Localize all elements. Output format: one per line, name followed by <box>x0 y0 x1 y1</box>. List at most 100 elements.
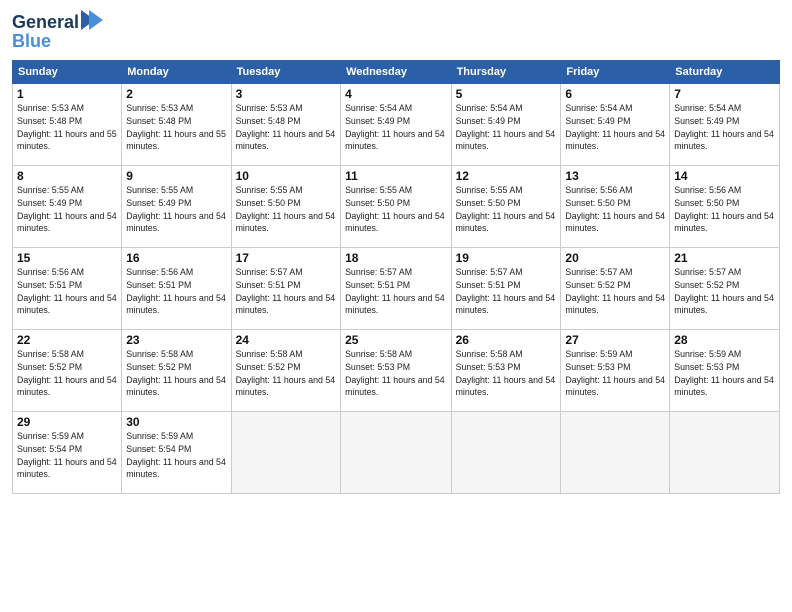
day-info: Sunrise: 5:56 AMSunset: 5:51 PMDaylight:… <box>126 266 226 317</box>
day-number: 3 <box>236 87 336 101</box>
day-info: Sunrise: 5:54 AMSunset: 5:49 PMDaylight:… <box>345 102 447 153</box>
calendar-cell: 8Sunrise: 5:55 AMSunset: 5:49 PMDaylight… <box>13 166 122 248</box>
day-number: 15 <box>17 251 117 265</box>
calendar-cell: 24Sunrise: 5:58 AMSunset: 5:52 PMDayligh… <box>231 330 340 412</box>
day-number: 4 <box>345 87 447 101</box>
day-info: Sunrise: 5:53 AMSunset: 5:48 PMDaylight:… <box>17 102 117 153</box>
day-info: Sunrise: 5:57 AMSunset: 5:52 PMDaylight:… <box>565 266 665 317</box>
header: General Blue <box>12 10 780 52</box>
main-container: General Blue SundayMondayTuesdayWednesda… <box>0 0 792 500</box>
calendar-cell: 25Sunrise: 5:58 AMSunset: 5:53 PMDayligh… <box>341 330 452 412</box>
day-number: 13 <box>565 169 665 183</box>
day-info: Sunrise: 5:53 AMSunset: 5:48 PMDaylight:… <box>126 102 226 153</box>
day-number: 10 <box>236 169 336 183</box>
day-number: 22 <box>17 333 117 347</box>
calendar-cell: 17Sunrise: 5:57 AMSunset: 5:51 PMDayligh… <box>231 248 340 330</box>
calendar-cell: 13Sunrise: 5:56 AMSunset: 5:50 PMDayligh… <box>561 166 670 248</box>
day-info: Sunrise: 5:58 AMSunset: 5:52 PMDaylight:… <box>236 348 336 399</box>
week-row-3: 15 Sunrise: 5:56 AMSunset: 5:51 PMDayligh… <box>13 248 780 330</box>
day-info: Sunrise: 5:53 AMSunset: 5:48 PMDaylight:… <box>236 102 336 153</box>
day-info: Sunrise: 5:58 AMSunset: 5:53 PMDaylight:… <box>345 348 447 399</box>
week-row-1: 1Sunrise: 5:53 AMSunset: 5:48 PMDaylight… <box>13 84 780 166</box>
day-info: Sunrise: 5:55 AMSunset: 5:50 PMDaylight:… <box>236 184 336 235</box>
calendar-table: SundayMondayTuesdayWednesdayThursdayFrid… <box>12 60 780 494</box>
day-info: Sunrise: 5:56 AMSunset: 5:50 PMDaylight:… <box>674 184 775 235</box>
logo-blue: Blue <box>12 31 51 52</box>
calendar-cell: 22Sunrise: 5:58 AMSunset: 5:52 PMDayligh… <box>13 330 122 412</box>
calendar-cell: 26Sunrise: 5:58 AMSunset: 5:53 PMDayligh… <box>451 330 561 412</box>
col-header-saturday: Saturday <box>670 61 780 84</box>
calendar-cell <box>561 412 670 494</box>
calendar-cell: 6Sunrise: 5:54 AMSunset: 5:49 PMDaylight… <box>561 84 670 166</box>
day-info: Sunrise: 5:54 AMSunset: 5:49 PMDaylight:… <box>565 102 665 153</box>
day-number: 19 <box>456 251 557 265</box>
day-info: Sunrise: 5:57 AMSunset: 5:51 PMDaylight:… <box>236 266 336 317</box>
day-info: Sunrise: 5:58 AMSunset: 5:52 PMDaylight:… <box>126 348 226 399</box>
day-number: 2 <box>126 87 226 101</box>
day-number: 30 <box>126 415 226 429</box>
calendar-cell: 14Sunrise: 5:56 AMSunset: 5:50 PMDayligh… <box>670 166 780 248</box>
calendar-cell: 19Sunrise: 5:57 AMSunset: 5:51 PMDayligh… <box>451 248 561 330</box>
calendar-cell: 10Sunrise: 5:55 AMSunset: 5:50 PMDayligh… <box>231 166 340 248</box>
col-header-wednesday: Wednesday <box>341 61 452 84</box>
calendar-cell: 29Sunrise: 5:59 AMSunset: 5:54 PMDayligh… <box>13 412 122 494</box>
day-info: Sunrise: 5:59 AMSunset: 5:53 PMDaylight:… <box>565 348 665 399</box>
calendar-cell: 2Sunrise: 5:53 AMSunset: 5:48 PMDaylight… <box>122 84 231 166</box>
col-header-tuesday: Tuesday <box>231 61 340 84</box>
calendar-cell: 4Sunrise: 5:54 AMSunset: 5:49 PMDaylight… <box>341 84 452 166</box>
calendar-cell: 16Sunrise: 5:56 AMSunset: 5:51 PMDayligh… <box>122 248 231 330</box>
col-header-friday: Friday <box>561 61 670 84</box>
day-number: 14 <box>674 169 775 183</box>
calendar-cell: 30Sunrise: 5:59 AMSunset: 5:54 PMDayligh… <box>122 412 231 494</box>
day-number: 16 <box>126 251 226 265</box>
week-row-5: 29Sunrise: 5:59 AMSunset: 5:54 PMDayligh… <box>13 412 780 494</box>
calendar-cell <box>231 412 340 494</box>
day-info: Sunrise: 5:56 AMSunset: 5:50 PMDaylight:… <box>565 184 665 235</box>
day-info: Sunrise: 5:59 AMSunset: 5:53 PMDaylight:… <box>674 348 775 399</box>
day-number: 24 <box>236 333 336 347</box>
calendar-cell: 28Sunrise: 5:59 AMSunset: 5:53 PMDayligh… <box>670 330 780 412</box>
logo-general: General <box>12 12 79 33</box>
day-info: Sunrise: 5:59 AMSunset: 5:54 PMDaylight:… <box>17 430 117 481</box>
col-header-sunday: Sunday <box>13 61 122 84</box>
day-info: Sunrise: 5:58 AMSunset: 5:52 PMDaylight:… <box>17 348 117 399</box>
calendar-cell: 7Sunrise: 5:54 AMSunset: 5:49 PMDaylight… <box>670 84 780 166</box>
day-number: 6 <box>565 87 665 101</box>
day-number: 26 <box>456 333 557 347</box>
calendar-cell: 1Sunrise: 5:53 AMSunset: 5:48 PMDaylight… <box>13 84 122 166</box>
day-number: 28 <box>674 333 775 347</box>
day-number: 9 <box>126 169 226 183</box>
day-info: Sunrise: 5:55 AMSunset: 5:49 PMDaylight:… <box>126 184 226 235</box>
logo: General Blue <box>12 10 103 52</box>
day-number: 1 <box>17 87 117 101</box>
day-number: 23 <box>126 333 226 347</box>
calendar-cell: 27Sunrise: 5:59 AMSunset: 5:53 PMDayligh… <box>561 330 670 412</box>
day-number: 18 <box>345 251 447 265</box>
day-number: 7 <box>674 87 775 101</box>
calendar-cell: 12Sunrise: 5:55 AMSunset: 5:50 PMDayligh… <box>451 166 561 248</box>
calendar-cell: 18Sunrise: 5:57 AMSunset: 5:51 PMDayligh… <box>341 248 452 330</box>
day-info: Sunrise: 5:57 AMSunset: 5:51 PMDaylight:… <box>345 266 447 317</box>
day-info: Sunrise: 5:55 AMSunset: 5:50 PMDaylight:… <box>345 184 447 235</box>
calendar-cell: 23Sunrise: 5:58 AMSunset: 5:52 PMDayligh… <box>122 330 231 412</box>
day-number: 12 <box>456 169 557 183</box>
day-number: 29 <box>17 415 117 429</box>
calendar-cell: 21Sunrise: 5:57 AMSunset: 5:52 PMDayligh… <box>670 248 780 330</box>
week-row-4: 22Sunrise: 5:58 AMSunset: 5:52 PMDayligh… <box>13 330 780 412</box>
day-info: Sunrise: 5:55 AMSunset: 5:50 PMDaylight:… <box>456 184 557 235</box>
week-row-2: 8Sunrise: 5:55 AMSunset: 5:49 PMDaylight… <box>13 166 780 248</box>
calendar-cell: 9Sunrise: 5:55 AMSunset: 5:49 PMDaylight… <box>122 166 231 248</box>
calendar-header-row: SundayMondayTuesdayWednesdayThursdayFrid… <box>13 61 780 84</box>
day-number: 11 <box>345 169 447 183</box>
calendar-cell <box>451 412 561 494</box>
day-number: 21 <box>674 251 775 265</box>
day-info: Sunrise: 5:54 AMSunset: 5:49 PMDaylight:… <box>456 102 557 153</box>
calendar-cell: 11Sunrise: 5:55 AMSunset: 5:50 PMDayligh… <box>341 166 452 248</box>
calendar-cell: 5Sunrise: 5:54 AMSunset: 5:49 PMDaylight… <box>451 84 561 166</box>
calendar-cell <box>341 412 452 494</box>
day-number: 27 <box>565 333 665 347</box>
col-header-monday: Monday <box>122 61 231 84</box>
calendar-cell: 20Sunrise: 5:57 AMSunset: 5:52 PMDayligh… <box>561 248 670 330</box>
day-info: Sunrise: 5:57 AMSunset: 5:52 PMDaylight:… <box>674 266 775 317</box>
calendar-cell <box>670 412 780 494</box>
